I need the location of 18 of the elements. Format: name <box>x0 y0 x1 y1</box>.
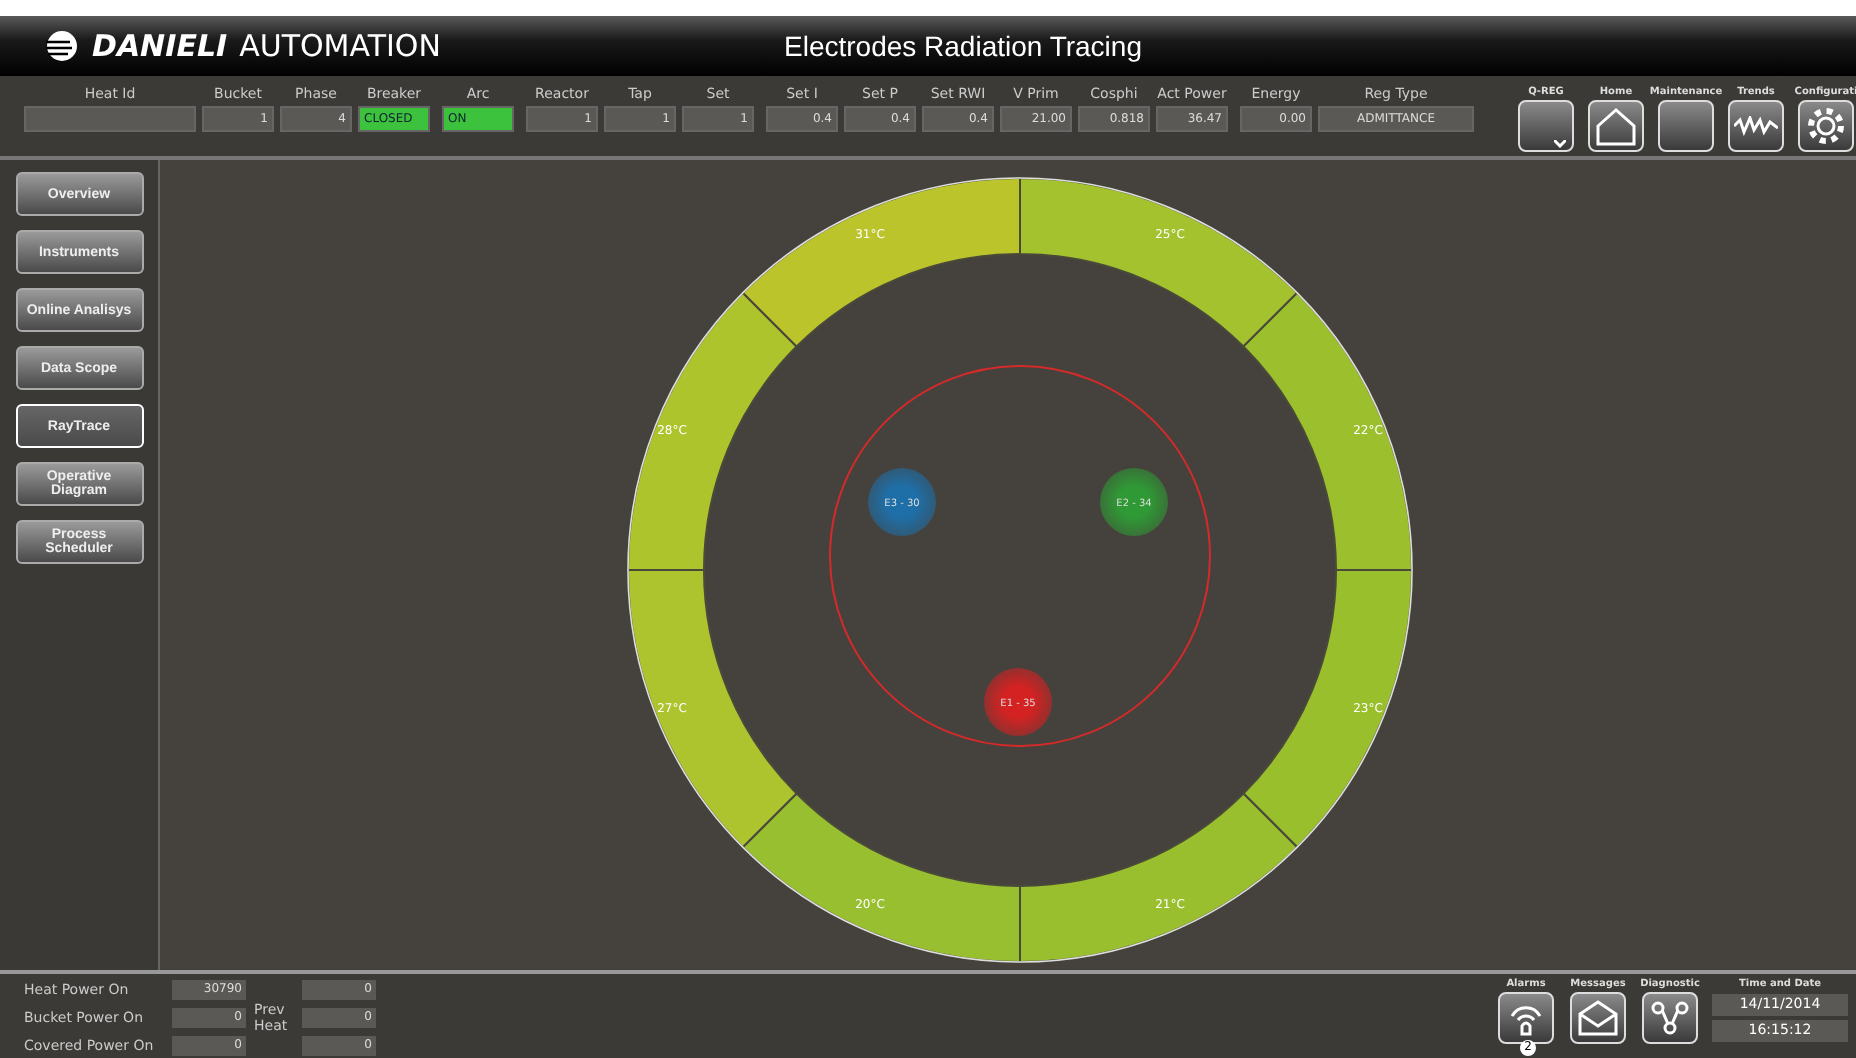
brand-name: DANIELI <box>92 28 228 64</box>
trend-icon <box>1734 116 1778 136</box>
home-icon <box>1594 106 1638 146</box>
toolbar-button[interactable] <box>1588 100 1644 152</box>
toolbar-button[interactable] <box>1728 100 1784 152</box>
toolbar-button[interactable] <box>1798 100 1854 152</box>
network-icon <box>1650 998 1690 1038</box>
settings-icon <box>1806 106 1846 146</box>
toolbar-button[interactable] <box>1658 100 1714 152</box>
toolbar-button[interactable] <box>1518 100 1574 152</box>
toolbar-button[interactable] <box>1570 992 1626 1044</box>
logo-icon <box>44 30 80 62</box>
brand-suffix: AUTOMATION <box>239 28 441 64</box>
toolbar-button[interactable] <box>1498 992 1554 1044</box>
envelope-icon <box>1576 1000 1620 1036</box>
window-title: Electrodes Radiation Tracing <box>784 30 1142 62</box>
caret-icon <box>1554 140 1566 148</box>
toolbar-button[interactable] <box>1642 992 1698 1044</box>
